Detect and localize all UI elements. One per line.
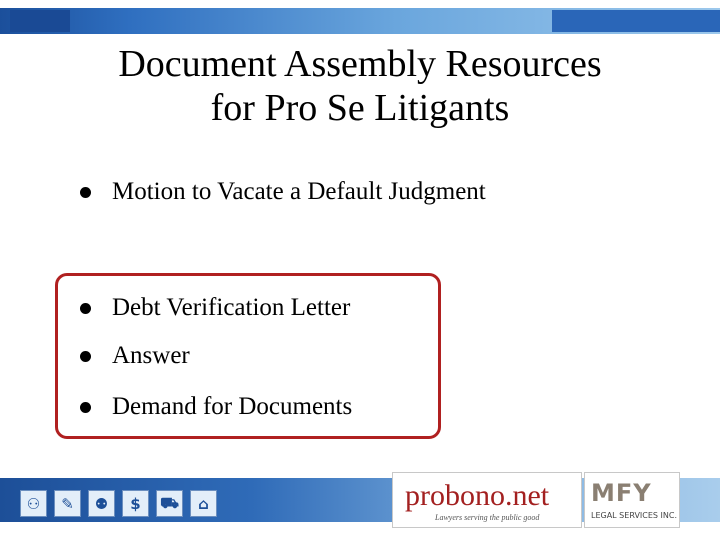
slide-title: Document Assembly Resources for Pro Se L… [40, 42, 680, 130]
probono-logo-name: probono.net [405, 479, 550, 512]
mfy-logo: MFY LEGAL SERVICES INC. [584, 472, 680, 528]
tractor-icon: ⛟ [156, 490, 183, 517]
bullet-text: Motion to Vacate a Default Judgment [112, 178, 486, 205]
top-banner [0, 0, 720, 40]
bullet-text: Debt Verification Letter [112, 294, 351, 321]
bullet-text: Answer [112, 342, 190, 369]
bullet-item: Motion to Vacate a Default Judgment [80, 174, 486, 210]
people-walking-icon: ⚉ [88, 490, 115, 517]
bullet-dot-icon [80, 302, 91, 314]
mfy-logo-mark: MFY [591, 479, 652, 507]
family-icon: ⚇ [20, 490, 47, 517]
probono-logo-tagline: Lawyers serving the public good [435, 513, 540, 522]
slide-title-line-2: for Pro Se Litigants [210, 87, 510, 129]
bullet-dot-icon [80, 350, 91, 362]
bullet-dot-icon [80, 186, 91, 198]
bullet-dot-icon [80, 401, 91, 413]
top-banner-left-block [10, 10, 70, 32]
probono-logo: probono.net Lawyers serving the public g… [392, 472, 582, 528]
footer-icon-row: ⚇ ✎ ⚉ $ ⛟ ⌂ [20, 490, 217, 517]
bullet-item: Demand for Documents [80, 389, 352, 425]
top-banner-right-block [552, 10, 720, 32]
slide-title-line-1: Document Assembly Resources [118, 43, 602, 85]
mfy-logo-subtitle: LEGAL SERVICES INC. [591, 511, 678, 520]
dollar-icon: $ [122, 490, 149, 517]
bullet-item: Answer [80, 338, 190, 374]
bullet-item: Debt Verification Letter [80, 290, 350, 326]
tag-icon: ✎ [54, 490, 81, 517]
house-icon: ⌂ [190, 490, 217, 517]
bullet-text: Demand for Documents [112, 393, 353, 420]
footer: ⚇ ✎ ⚉ $ ⛟ ⌂ probono.net Lawyers serving … [0, 462, 720, 540]
